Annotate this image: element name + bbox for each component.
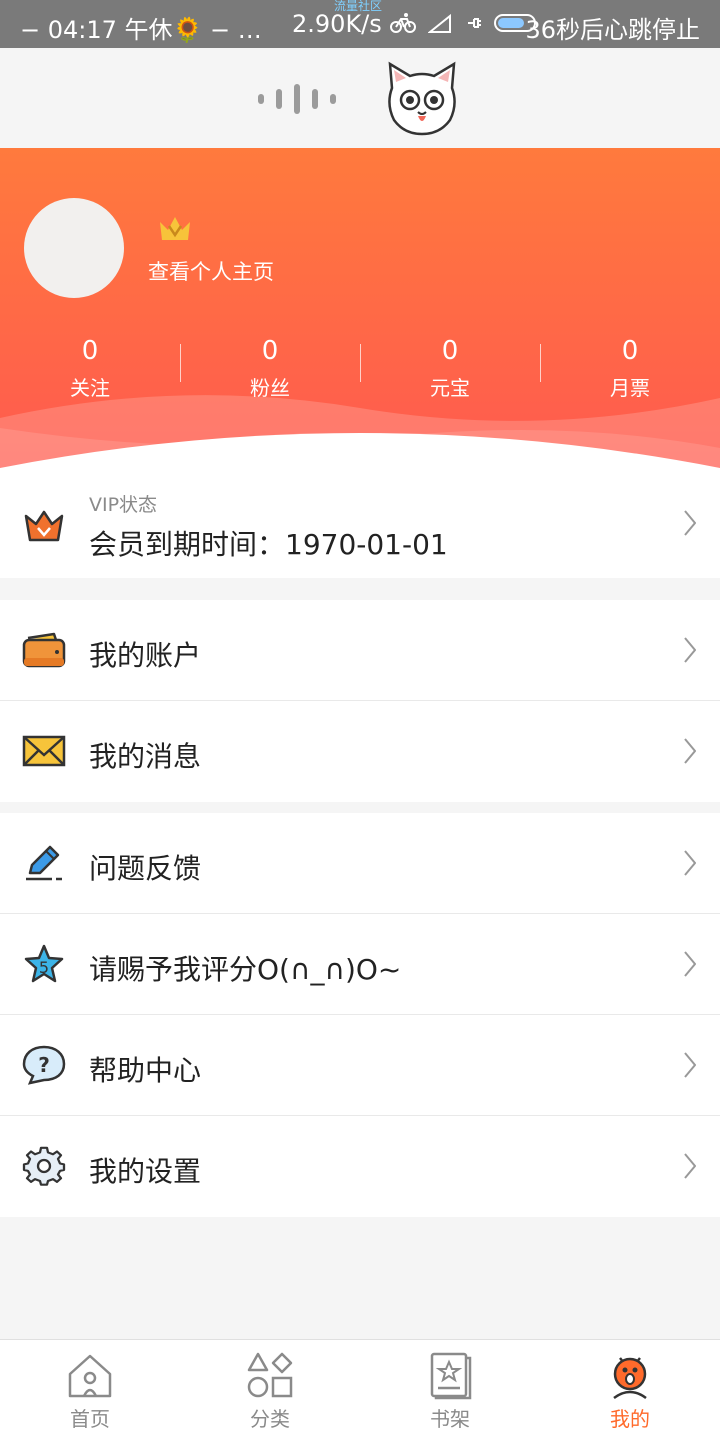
chevron-right-icon <box>684 738 696 764</box>
home-icon <box>68 1354 112 1398</box>
menu-item-my-messages[interactable]: 我的消息 <box>0 701 720 802</box>
help-icon: ? <box>22 1045 66 1085</box>
stat-value: 0 <box>261 336 279 366</box>
tab-label: 书架 <box>430 1407 470 1431</box>
svg-text:?: ? <box>38 1053 50 1077</box>
pencil-icon <box>26 845 62 881</box>
menu-item-label: 问题反馈 <box>89 852 202 885</box>
menu-item-feedback[interactable]: 问题反馈 <box>0 813 720 914</box>
cat-mascot-icon[interactable] <box>384 60 460 136</box>
support-section: 问题反馈 5 请赐予我评分O(∩_∩)O~ ? 帮助中心 我的设置 <box>0 813 720 1217</box>
menu-item-label: 请赐予我评分O(∩_∩)O~ <box>89 953 402 986</box>
category-icon <box>247 1352 293 1398</box>
vip-status-title: VIP状态 <box>89 494 158 516</box>
stat-label: 元宝 <box>430 376 470 400</box>
menu-item-label: 我的账户 <box>89 639 202 672</box>
signal-icon <box>428 13 451 33</box>
tab-label: 首页 <box>70 1407 110 1431</box>
status-icons <box>390 12 538 34</box>
stat-value: 0 <box>441 336 459 366</box>
bicycle-icon <box>390 13 416 33</box>
menu-item-help-center[interactable]: ? 帮助中心 <box>0 1015 720 1116</box>
menu-item-label: 我的设置 <box>89 1155 202 1188</box>
menu-item-settings[interactable]: 我的设置 <box>0 1116 720 1217</box>
stat-value: 0 <box>81 336 99 366</box>
chevron-right-icon <box>684 637 696 663</box>
profile-face-icon <box>613 1357 647 1400</box>
tab-label: 我的 <box>610 1407 650 1431</box>
stat-ingots[interactable]: 0 元宝 <box>360 336 540 401</box>
bookshelf-icon <box>430 1352 472 1400</box>
chevron-right-icon <box>684 1153 696 1179</box>
heartbeat-status: 36秒后心跳停止 <box>525 16 700 44</box>
stat-value: 0 <box>621 336 639 366</box>
stat-monthly-tickets[interactable]: 0 月票 <box>540 336 720 401</box>
stat-follow[interactable]: 0 关注 <box>0 336 180 401</box>
menu-item-label: 我的消息 <box>89 740 202 773</box>
stat-fans[interactable]: 0 粉丝 <box>180 336 360 401</box>
tab-label: 分类 <box>250 1407 290 1431</box>
tab-category[interactable]: 分类 <box>180 1340 360 1440</box>
wallet-icon <box>22 632 66 668</box>
chevron-right-icon <box>684 510 696 536</box>
view-profile-link[interactable]: 查看个人主页 <box>148 256 274 286</box>
profile-stats: 0 关注 0 粉丝 0 元宝 0 月票 <box>0 336 720 401</box>
status-bar: − 04:17 午休🌻 − … 流量社区 2.90K/s 36秒后心跳停止 <box>0 0 720 48</box>
chevron-right-icon <box>684 1052 696 1078</box>
profile-banner: 查看个人主页 0 关注 0 粉丝 0 元宝 0 月票 <box>0 148 720 468</box>
vip-status-row[interactable]: VIP状态 会员到期时间：1970-01-01 <box>0 468 720 578</box>
stat-label: 粉丝 <box>250 376 290 400</box>
menu-item-rate-app[interactable]: 5 请赐予我评分O(∩_∩)O~ <box>0 914 720 1015</box>
vip-expiry-text: 会员到期时间：1970-01-01 <box>89 528 448 561</box>
avatar[interactable] <box>24 198 124 298</box>
status-time: − 04:17 午休🌻 − … <box>20 16 262 44</box>
menu-item-my-account[interactable]: 我的账户 <box>0 600 720 701</box>
vip-section: VIP状态 会员到期时间：1970-01-01 <box>0 468 720 578</box>
chevron-right-icon <box>684 951 696 977</box>
tab-bookshelf[interactable]: 书架 <box>360 1340 540 1440</box>
stat-label: 月票 <box>610 376 650 400</box>
plug-icon <box>468 18 481 28</box>
tab-mine[interactable]: 我的 <box>540 1340 720 1440</box>
account-section: 我的账户 我的消息 <box>0 600 720 802</box>
vip-crown-icon <box>160 217 190 240</box>
network-speed: 2.90K/s <box>292 10 382 38</box>
star-icon: 5 <box>24 944 64 983</box>
svg-text:5: 5 <box>39 958 49 977</box>
envelope-icon <box>22 735 66 767</box>
vip-crown-icon <box>24 510 64 542</box>
tab-home[interactable]: 首页 <box>0 1340 180 1440</box>
chevron-right-icon <box>684 850 696 876</box>
menu-item-label: 帮助中心 <box>89 1054 202 1087</box>
stat-label: 关注 <box>70 376 110 400</box>
gear-icon <box>22 1146 66 1186</box>
bottom-navigation: 首页 分类 书架 我的 <box>0 1339 720 1440</box>
voice-wave-icon[interactable] <box>258 84 336 114</box>
top-header <box>0 48 720 148</box>
